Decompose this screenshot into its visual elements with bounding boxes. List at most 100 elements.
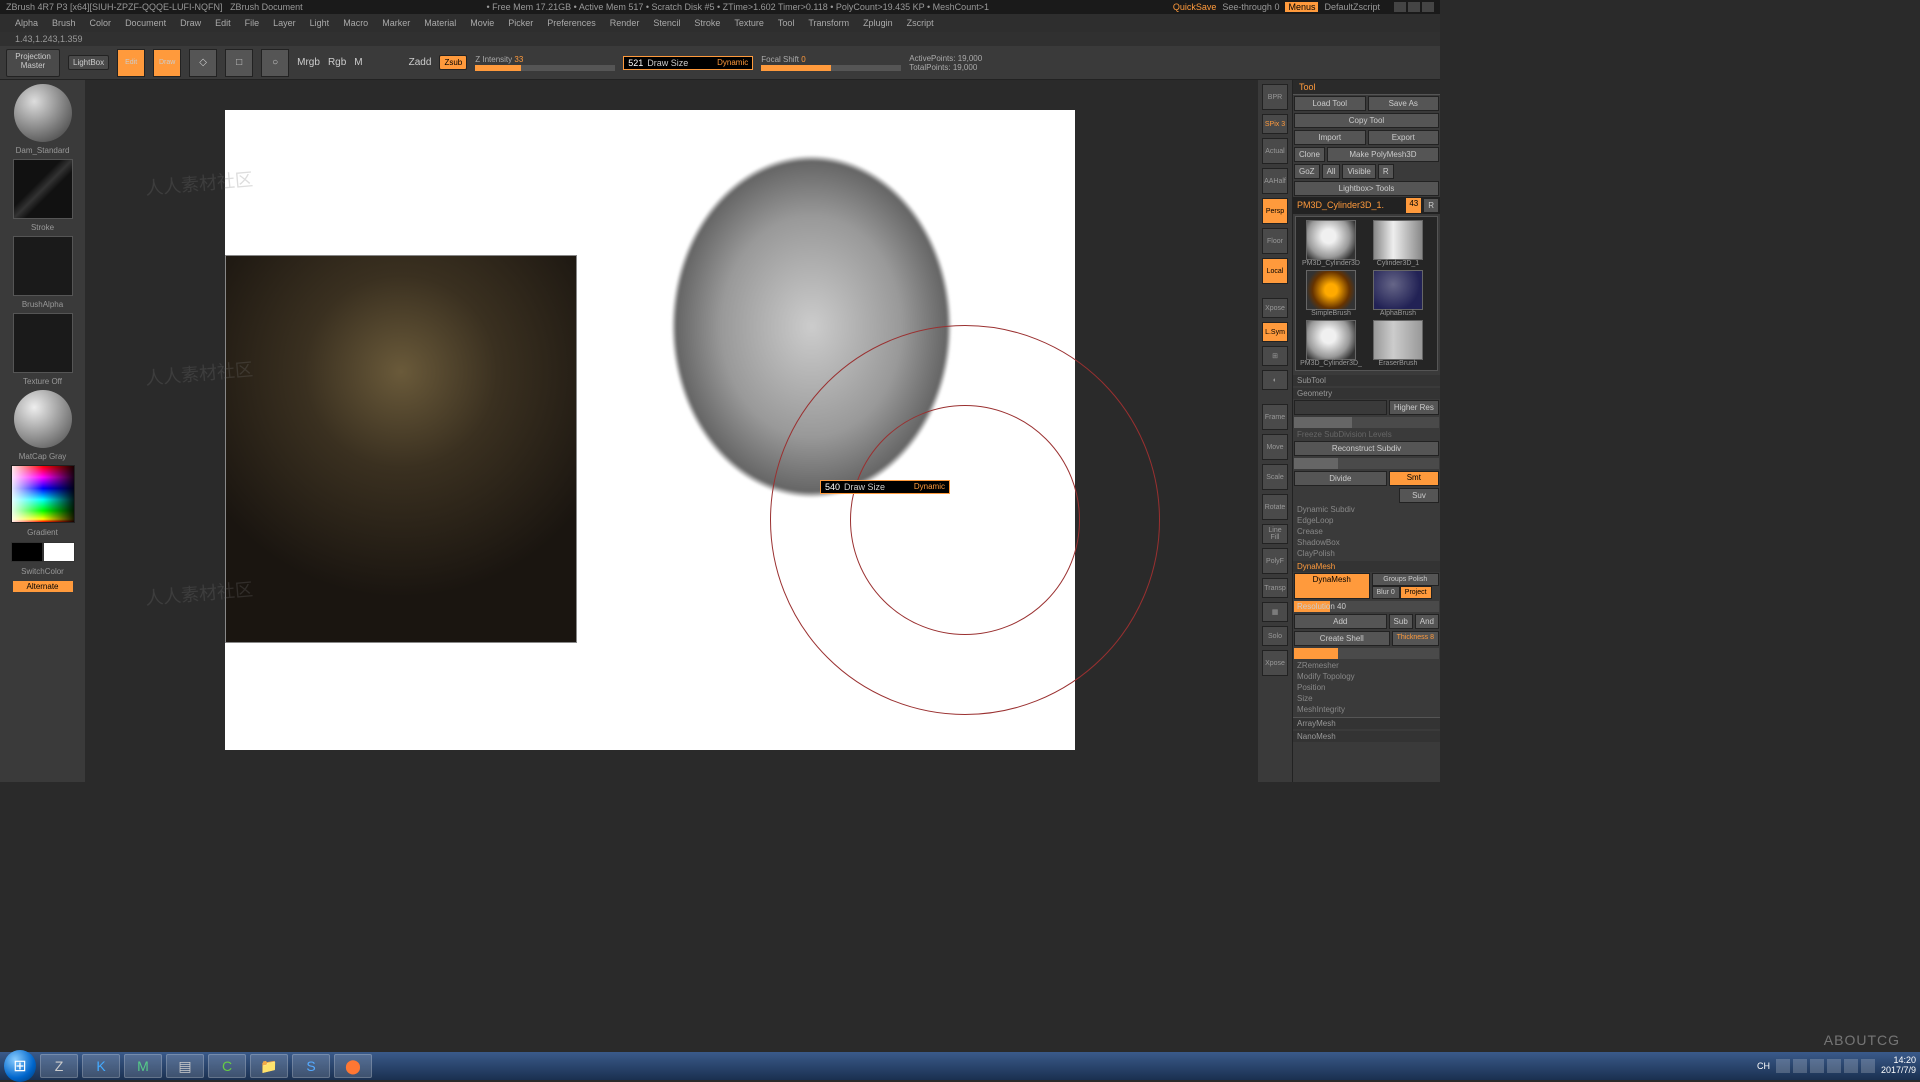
thickness-slider[interactable] [1294, 648, 1439, 659]
canvas-area[interactable]: 540 Draw Size Dynamic 人人素材社区 人人素材社区 人人素材… [85, 80, 1258, 782]
suv-toggle[interactable]: Suv [1399, 488, 1439, 503]
menu-render[interactable]: Render [610, 18, 640, 28]
taskbar-app-zbrush[interactable]: Z [40, 1054, 78, 1078]
taskbar-app-maya[interactable]: M [124, 1054, 162, 1078]
menu-alpha[interactable]: Alpha [15, 18, 38, 28]
shelf-rotate[interactable]: Rotate [1262, 494, 1288, 520]
stroke-thumbnail[interactable] [13, 159, 73, 219]
shelf-xpose2[interactable]: Xpose [1262, 650, 1288, 676]
menu-draw[interactable]: Draw [180, 18, 201, 28]
dynamesh-button[interactable]: DynaMesh [1294, 573, 1370, 599]
menu-tool[interactable]: Tool [778, 18, 795, 28]
groups-polish-button[interactable]: Groups Polish [1372, 573, 1440, 586]
tray-icon[interactable] [1793, 1059, 1807, 1073]
lightbox-button[interactable]: LightBox [68, 55, 109, 70]
modify-topology[interactable]: Modify Topology [1293, 671, 1440, 682]
window-maximize-icon[interactable] [1408, 2, 1420, 12]
start-button[interactable]: ⊞ [4, 1050, 36, 1082]
tool-item[interactable]: PM3D_Cylinder3D_ [1299, 320, 1363, 367]
tray-icons[interactable] [1776, 1059, 1875, 1073]
menu-macro[interactable]: Macro [343, 18, 368, 28]
copy-tool-button[interactable]: Copy Tool [1294, 113, 1439, 128]
tray-icon[interactable] [1810, 1059, 1824, 1073]
reconstruct-button[interactable]: Reconstruct Subdiv [1294, 441, 1439, 456]
shelf-polyf[interactable]: PolyF [1262, 548, 1288, 574]
move-gizmo-icon[interactable]: ◇ [189, 49, 217, 77]
menus-button[interactable]: Menus [1285, 2, 1318, 12]
shelf-lsym3[interactable]: ◐ [1262, 370, 1288, 390]
goz-r-button[interactable]: R [1378, 164, 1394, 179]
shelf-spix[interactable]: SPix 3 [1262, 114, 1288, 134]
tray-ime-indicator[interactable]: CH [1757, 1061, 1770, 1071]
edit-mode-button[interactable]: Edit [117, 49, 145, 77]
goz-button[interactable]: GoZ [1294, 164, 1320, 179]
lightbox-tools-button[interactable]: Lightbox> Tools [1294, 181, 1439, 196]
focal-shift-slider[interactable] [761, 65, 901, 71]
draw-mode-button[interactable]: Draw [153, 49, 181, 77]
tool-item[interactable]: AlphaBrush [1366, 270, 1430, 317]
load-tool-button[interactable]: Load Tool [1294, 96, 1366, 111]
shelf-lsym2[interactable]: ⊞ [1262, 346, 1288, 366]
dm-sub-button[interactable]: Sub [1389, 614, 1413, 629]
tool-header[interactable]: Tool [1293, 80, 1440, 95]
quicksave-button[interactable]: QuickSave [1173, 2, 1217, 12]
resolution-slider[interactable]: Resolution 40 [1294, 601, 1439, 612]
shelf-actual[interactable]: Actual [1262, 138, 1288, 164]
texture-thumbnail[interactable] [13, 313, 73, 373]
seethrough-slider[interactable]: See-through 0 [1222, 2, 1279, 12]
menu-material[interactable]: Material [424, 18, 456, 28]
shelf-floor[interactable]: Floor [1262, 228, 1288, 254]
taskbar-app-explorer[interactable]: 📁 [250, 1054, 288, 1078]
shelf-linefill[interactable]: Line Fill [1262, 524, 1288, 544]
taskbar-app-camtasia[interactable]: C [208, 1054, 246, 1078]
menu-texture[interactable]: Texture [734, 18, 764, 28]
projection-master-button[interactable]: Projection Master [6, 49, 60, 77]
alpha-thumbnail[interactable] [13, 236, 73, 296]
tool-item[interactable]: EraserBrush [1366, 320, 1430, 367]
default-script[interactable]: DefaultZscript [1324, 2, 1380, 12]
del-lower-slider[interactable] [1294, 417, 1439, 428]
arraymesh-section[interactable]: ArrayMesh [1293, 717, 1440, 729]
color-swatches[interactable] [11, 542, 75, 562]
current-tool-r[interactable]: R [1423, 198, 1439, 213]
menu-zscript[interactable]: Zscript [907, 18, 934, 28]
shelf-move[interactable]: Move [1262, 434, 1288, 460]
draw-size-field[interactable]: 521 Draw Size Dynamic [623, 56, 753, 70]
blur-field[interactable]: Blur 0 [1372, 586, 1400, 599]
shadowbox[interactable]: ShadowBox [1293, 537, 1440, 548]
project-toggle[interactable]: Project [1400, 586, 1432, 599]
goz-visible-button[interactable]: Visible [1342, 164, 1375, 179]
tool-item[interactable]: Cylinder3D_1 [1366, 220, 1430, 267]
rgb-toggle[interactable]: Rgb [328, 57, 346, 68]
shelf-scale[interactable]: Scale [1262, 464, 1288, 490]
clone-button[interactable]: Clone [1294, 147, 1325, 162]
window-minimize-icon[interactable] [1394, 2, 1406, 12]
system-clock[interactable]: 14:20 2017/7/9 [1881, 1056, 1916, 1076]
tray-icon[interactable] [1776, 1059, 1790, 1073]
taskbar-app-recorder[interactable]: ⬤ [334, 1054, 372, 1078]
tool-item[interactable]: SimpleBrush [1299, 270, 1363, 317]
shelf-frame[interactable]: Frame [1262, 404, 1288, 430]
alternate-button[interactable]: Alternate [13, 581, 73, 592]
menu-preferences[interactable]: Preferences [547, 18, 596, 28]
menu-light[interactable]: Light [310, 18, 330, 28]
material-thumbnail[interactable] [14, 390, 72, 448]
shelf-transp[interactable]: Transp [1262, 578, 1288, 598]
menu-edit[interactable]: Edit [215, 18, 231, 28]
shelf-ghost[interactable]: ▦ [1262, 602, 1288, 622]
size[interactable]: Size [1293, 693, 1440, 704]
crease[interactable]: Crease [1293, 526, 1440, 537]
edgeloop[interactable]: EdgeLoop [1293, 515, 1440, 526]
menu-stroke[interactable]: Stroke [694, 18, 720, 28]
mesh-integrity[interactable]: MeshIntegrity [1293, 704, 1440, 715]
switch-color-button[interactable]: SwitchColor [13, 566, 73, 577]
rotate-gizmo-icon[interactable]: ○ [261, 49, 289, 77]
higher-res-button[interactable]: Higher Res [1389, 400, 1439, 415]
draw-size-popup[interactable]: 540 Draw Size Dynamic [820, 480, 950, 494]
window-close-icon[interactable] [1422, 2, 1434, 12]
smt-toggle[interactable]: Smt [1389, 471, 1439, 486]
tray-icon[interactable] [1844, 1059, 1858, 1073]
res-slider[interactable] [1294, 458, 1439, 469]
make-polymesh-button[interactable]: Make PolyMesh3D [1327, 147, 1439, 162]
tray-icon[interactable] [1827, 1059, 1841, 1073]
